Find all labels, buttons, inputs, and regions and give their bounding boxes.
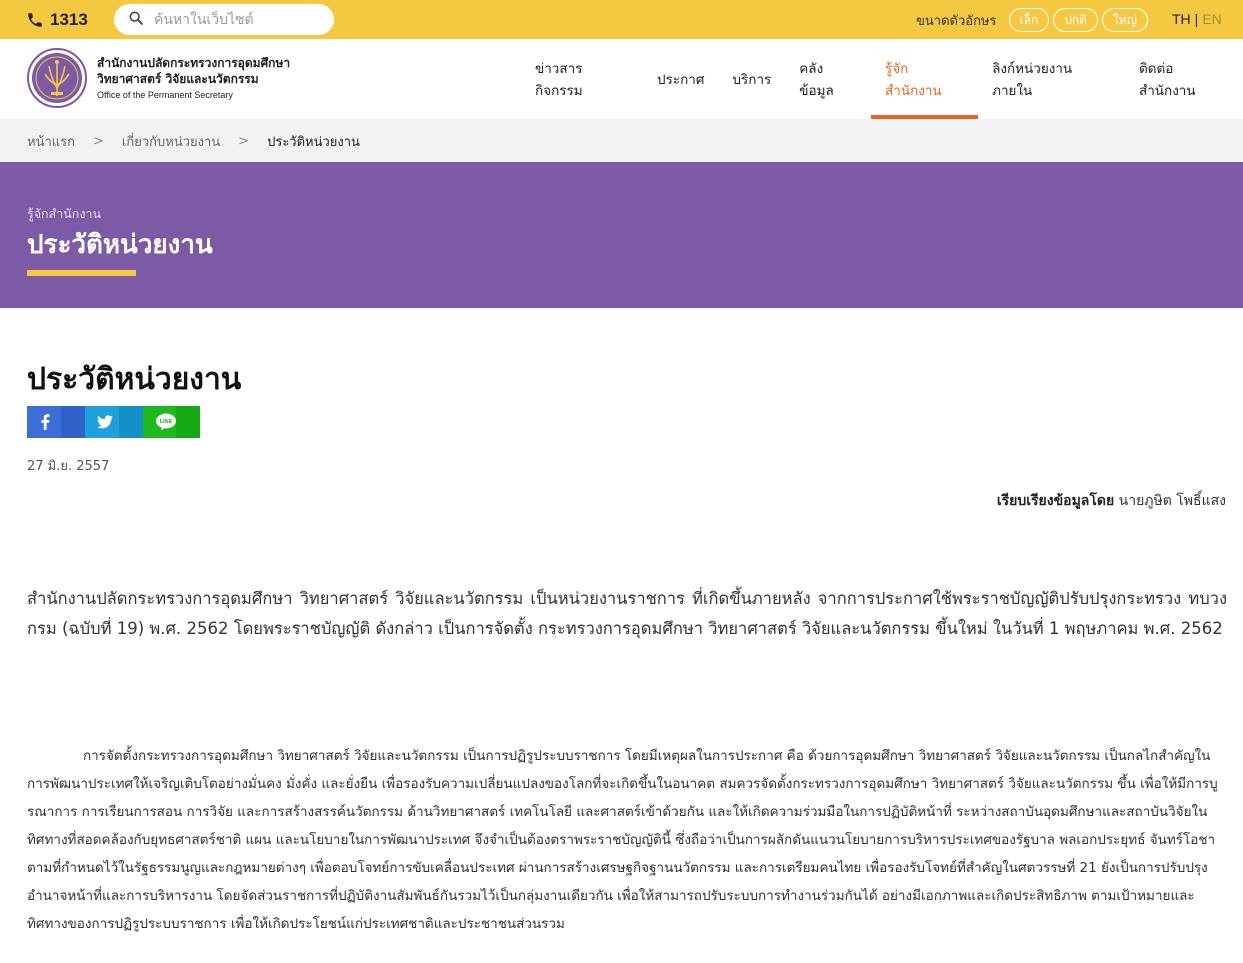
banner-underline xyxy=(27,270,136,276)
font-size-label: ขนาดตัวอักษร xyxy=(916,13,997,29)
top-bar: 1313 ขนาดตัวอักษร เล็ก ปกติ ใหญ่ TH|EN xyxy=(0,0,1243,39)
language-switcher: TH | EN xyxy=(1172,11,1222,27)
line-icon: LINE xyxy=(156,413,176,431)
share-buttons: LINE xyxy=(27,406,200,438)
ministry-logo[interactable] xyxy=(27,48,87,108)
hotline[interactable]: 1313 xyxy=(26,8,88,32)
svg-text:LINE: LINE xyxy=(160,419,173,425)
org-name-line2: วิทยาศาสตร์ วิจัยและนวัตกรรม xyxy=(97,72,259,86)
organization-name[interactable]: สำนักงานปลัดกระทรวงการอุดมศึกษา วิทยาศาส… xyxy=(97,55,290,103)
search-input[interactable] xyxy=(152,10,322,29)
lang-en-link[interactable]: EN xyxy=(1202,11,1221,27)
nav-item-data-archive[interactable]: คลังข้อมูล xyxy=(785,39,871,119)
search-icon[interactable] xyxy=(128,10,144,30)
page-banner: รู้จักสำนักงาน ประวัติหน่วยงาน xyxy=(0,162,1243,308)
breadcrumb-parent[interactable]: เกี่ยวกับหน่วยงาน xyxy=(122,131,220,152)
nav-item-news[interactable]: ข่าวสารกิจกรรม xyxy=(521,39,643,119)
search-box[interactable] xyxy=(114,4,334,35)
breadcrumb-current: ประวัติหน่วยงาน xyxy=(267,135,360,150)
nav-item-contact[interactable]: ติดต่อสำนักงาน xyxy=(1125,39,1243,119)
body-paragraph: การจัดตั้งกระทรวงการอุดมศึกษา วิทยาศาสตร… xyxy=(27,748,1218,932)
page-title: ประวัติหน่วยงาน xyxy=(27,362,242,397)
phone-icon xyxy=(26,11,44,29)
facebook-icon xyxy=(41,414,50,430)
line-share-button[interactable]: LINE xyxy=(143,406,200,438)
banner-title: ประวัติหน่วยงาน xyxy=(27,230,213,260)
breadcrumb: หน้าแรก > เกี่ยวกับหน่วยงาน > ประวัติหน่… xyxy=(27,131,360,152)
font-size-control: ขนาดตัวอักษร เล็ก ปกติ ใหญ่ xyxy=(916,8,1152,32)
breadcrumb-separator: > xyxy=(93,134,104,149)
breadcrumb-separator: > xyxy=(238,134,250,149)
font-large-button[interactable]: ใหญ่ xyxy=(1101,8,1148,32)
main-nav: ข่าวสารกิจกรรม ประกาศ บริการ คลังข้อมูล … xyxy=(521,39,1243,119)
twitter-share-button[interactable] xyxy=(85,406,143,438)
lead-paragraph: สำนักงานปลัดกระทรวงการอุดมศึกษา วิทยาศาส… xyxy=(27,589,1227,638)
nav-item-internal-links[interactable]: ลิงก์หน่วยงานภายใน xyxy=(978,39,1125,119)
nav-item-about[interactable]: รู้จักสำนักงาน xyxy=(871,39,979,119)
hotline-number: 1313 xyxy=(50,10,88,29)
lang-th-link[interactable]: TH xyxy=(1172,11,1191,27)
site-header: สำนักงานปลัดกระทรวงการอุดมศึกษา วิทยาศาส… xyxy=(0,39,1243,119)
org-name-line1: สำนักงานปลัดกระทรวงการอุดมศึกษา xyxy=(97,56,291,70)
compiled-by-label: เรียบเรียงข้อมูลโดย xyxy=(996,493,1115,509)
font-normal-button[interactable]: ปกติ xyxy=(1053,8,1098,32)
org-name-english: Office of the Permanent Secretary xyxy=(97,90,233,100)
banner-subtitle: รู้จักสำนักงาน xyxy=(27,206,102,221)
compiled-by-name: นายภูษิต โพธิ์แสง xyxy=(1118,493,1226,509)
compiled-by: เรียบเรียงข้อมูลโดย นายภูษิต โพธิ์แสง xyxy=(997,490,1226,512)
nav-item-announcements[interactable]: ประกาศ xyxy=(643,39,718,119)
font-small-button[interactable]: เล็ก xyxy=(1008,8,1050,32)
lang-separator: | xyxy=(1194,11,1199,27)
publish-date: 27 มิ.ย. 2557 xyxy=(27,459,110,474)
nav-item-services[interactable]: บริการ xyxy=(718,39,785,119)
twitter-icon xyxy=(97,415,113,429)
breadcrumb-home[interactable]: หน้าแรก xyxy=(27,131,75,152)
breadcrumb-bar: หน้าแรก > เกี่ยวกับหน่วยงาน > ประวัติหน่… xyxy=(0,119,1243,162)
facebook-share-button[interactable] xyxy=(27,406,85,438)
